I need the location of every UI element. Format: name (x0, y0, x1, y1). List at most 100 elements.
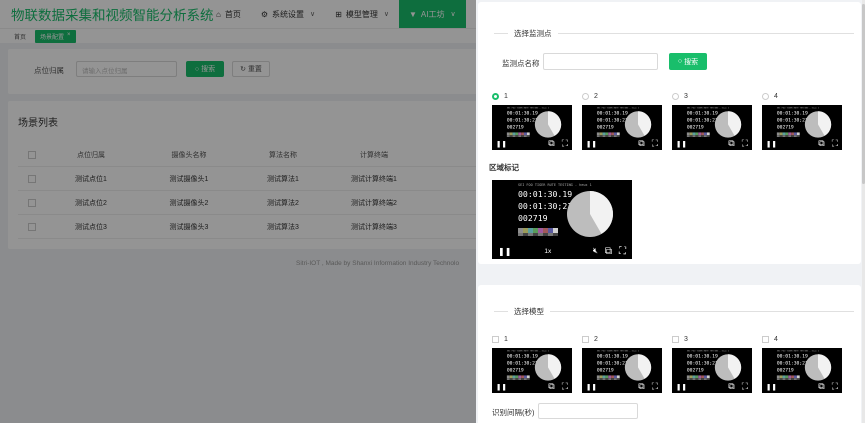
checkbox[interactable] (492, 336, 499, 343)
radio-label: 3 (684, 93, 688, 100)
fullscreen-icon[interactable]: ⛶ (652, 381, 658, 392)
video-header-text: SEI FOO TIGER RUTE TESTING - heux 1 (507, 107, 550, 109)
region-mark-video[interactable]: SEI FOO TIGER RUTE TESTING - heux 1 00:01… (492, 180, 632, 259)
fullscreen-icon[interactable]: ⛶ (742, 138, 748, 149)
monitor-point-video-1[interactable]: SEI FOO TIGER RUTE TESTING - heux 1 00:01… (492, 105, 572, 150)
monitor-point-radio-4[interactable]: 4 (762, 93, 778, 100)
search-icon: ○ (677, 58, 683, 65)
model-video-4[interactable]: SEI FOO TIGER RUTE TESTING - heux 1 00:01… (762, 348, 842, 393)
fullscreen-icon[interactable]: ⛶ (562, 138, 568, 149)
video-timecode-1: 00:01:30.19 (518, 189, 572, 199)
checkbox[interactable] (582, 336, 589, 343)
color-bar (782, 132, 786, 136)
checkbox[interactable] (762, 336, 769, 343)
video-timecode-1: 00:01:30.19 (777, 354, 808, 360)
color-bar (506, 375, 510, 379)
video-frame-counter: 002719 (777, 124, 794, 130)
picture-in-picture-icon[interactable]: ⧉ (728, 138, 734, 149)
pause-icon[interactable]: ❚❚ (676, 383, 687, 391)
controls-left: ❚❚ (496, 383, 507, 391)
pause-icon[interactable]: ❚❚ (498, 247, 511, 256)
pause-icon[interactable]: ❚❚ (496, 383, 507, 391)
picture-in-picture-icon[interactable]: ⧉ (818, 138, 824, 149)
video-controls: ❚❚ ⧉ ⛶ (762, 137, 842, 150)
model-video-3[interactable]: SEI FOO TIGER RUTE TESTING - heux 1 00:01… (672, 348, 752, 393)
monitor-search-button[interactable]: ○ 搜索 (669, 53, 707, 70)
color-bar (701, 375, 704, 379)
model-video-1[interactable]: SEI FOO TIGER RUTE TESTING - heux 1 00:01… (492, 348, 572, 393)
controls-right: ⧉ ⛶ (728, 138, 748, 149)
monitor-point-radio-3[interactable]: 3 (672, 93, 688, 100)
video-controls: ❚❚ ⧉ ⛶ (492, 137, 572, 150)
color-bar (614, 375, 617, 379)
radio-label: 1 (504, 93, 508, 100)
color-bar (695, 132, 699, 136)
color-bar (518, 375, 522, 379)
video-timecode-2: 00:01:30;21 (687, 361, 718, 367)
mute-icon[interactable]: 🔇︎ (593, 246, 598, 256)
model-checkbox-2[interactable]: 2 (582, 336, 598, 343)
video-controls: ❚❚ ⧉ ⛶ (492, 380, 572, 393)
video-timecode-2: 00:01:30;21 (507, 361, 538, 367)
color-bar (692, 375, 696, 379)
pause-icon[interactable]: ❚❚ (496, 140, 507, 148)
fullscreen-icon[interactable]: ⛶ (619, 246, 626, 257)
color-bar (796, 132, 800, 136)
monitor-point-video-3[interactable]: SEI FOO TIGER RUTE TESTING - heux 1 00:01… (672, 105, 752, 150)
picture-in-picture-icon[interactable]: ⧉ (638, 381, 644, 392)
controls-left: ❚❚ (586, 383, 597, 391)
monitor-point-video-4[interactable]: SEI FOO TIGER RUTE TESTING - heux 1 00:01… (762, 105, 842, 150)
model-checkbox-1[interactable]: 1 (492, 336, 508, 343)
controls-left: ❚❚ (676, 383, 687, 391)
controls-left: ❚❚ 1x (498, 247, 551, 256)
pause-icon[interactable]: ❚❚ (586, 383, 597, 391)
fullscreen-icon[interactable]: ⛶ (652, 138, 658, 149)
pause-icon[interactable]: ❚❚ (586, 140, 597, 148)
model-checkbox-3[interactable]: 3 (672, 336, 688, 343)
fullscreen-icon[interactable]: ⛶ (832, 138, 838, 149)
pause-icon[interactable]: ❚❚ (766, 383, 777, 391)
radio-button[interactable] (672, 93, 679, 100)
color-bar (611, 132, 614, 136)
color-bar (788, 375, 792, 379)
monitor-point-radio-1[interactable]: 1 (492, 93, 508, 100)
picture-in-picture-icon[interactable]: ⧉ (728, 381, 734, 392)
video-timecode-2: 00:01:30;21 (777, 361, 808, 367)
pause-icon[interactable]: ❚❚ (676, 140, 687, 148)
radio-button[interactable] (582, 93, 589, 100)
interval-input[interactable] (538, 403, 638, 419)
color-bar (512, 132, 516, 136)
gray-bar (518, 233, 523, 236)
picture-in-picture-icon[interactable]: ⧉ (818, 381, 824, 392)
monitor-point-radio-2[interactable]: 2 (582, 93, 598, 100)
fullscreen-icon[interactable]: ⛶ (832, 381, 838, 392)
color-bar (608, 375, 612, 379)
monitor-name-input[interactable] (543, 53, 658, 70)
color-bar (548, 228, 553, 233)
video-timecode-2: 00:01:30;21 (597, 361, 628, 367)
fullscreen-icon[interactable]: ⛶ (562, 381, 568, 392)
gray-bar (543, 233, 548, 236)
color-bar (689, 132, 693, 136)
fullscreen-icon[interactable]: ⛶ (742, 381, 748, 392)
playback-speed[interactable]: 1x (544, 248, 551, 255)
interval-label: 识别间隔(秒) (492, 408, 535, 417)
monitor-point-video-2[interactable]: SEI FOO TIGER RUTE TESTING - heux 1 00:01… (582, 105, 662, 150)
picture-in-picture-icon[interactable]: ⧉ (548, 381, 554, 392)
model-video-2[interactable]: SEI FOO TIGER RUTE TESTING - heux 1 00:01… (582, 348, 662, 393)
checkbox[interactable] (672, 336, 679, 343)
radio-button[interactable] (762, 93, 769, 100)
picture-in-picture-icon[interactable]: ⧉ (605, 246, 612, 257)
model-panel: 选择模型 识别间隔(秒) 1 SEI FOO TIGER RUTE TESTING… (478, 285, 861, 423)
video-controls: ❚❚ ⧉ ⛶ (672, 380, 752, 393)
color-bar (689, 375, 693, 379)
model-checkbox-4[interactable]: 4 (762, 336, 778, 343)
color-bar (605, 132, 609, 136)
pause-icon[interactable]: ❚❚ (766, 140, 777, 148)
picture-in-picture-icon[interactable]: ⧉ (548, 138, 554, 149)
color-bar (526, 375, 530, 379)
color-bar (611, 375, 614, 379)
radio-button[interactable] (492, 93, 499, 100)
video-timecode-1: 00:01:30.19 (687, 354, 718, 360)
picture-in-picture-icon[interactable]: ⧉ (638, 138, 644, 149)
